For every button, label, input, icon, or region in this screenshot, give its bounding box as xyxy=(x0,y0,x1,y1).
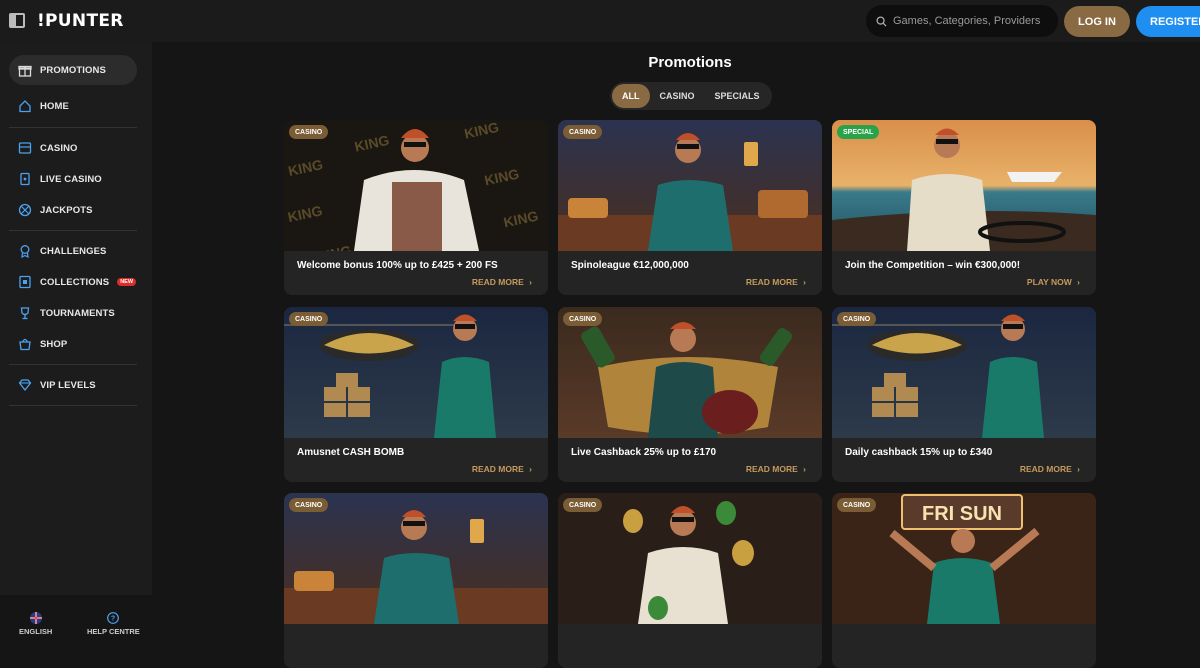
category-badge: CASINO xyxy=(563,125,603,139)
trophy-icon xyxy=(18,306,32,320)
read-more-link[interactable]: READ MORE xyxy=(1020,464,1080,474)
language-label: ENGLISH xyxy=(19,627,53,636)
promo-image xyxy=(558,120,822,251)
promo-card[interactable]: CASINO xyxy=(558,493,822,668)
language-selector[interactable]: ENGLISH xyxy=(19,612,52,636)
category-badge: CASINO xyxy=(563,312,603,326)
sidebar-item-label: TOURNAMENTS xyxy=(40,307,115,319)
sidebar-item-label: VIP LEVELS xyxy=(40,379,96,391)
promo-image xyxy=(832,307,1096,438)
promo-card-cash-bomb[interactable]: CASINO Amusnet CASH BOMB READ MORE xyxy=(284,307,548,482)
sidebar-item-tournaments[interactable]: TOURNAMENTS xyxy=(9,298,137,328)
tab-casino[interactable]: CASINO xyxy=(650,84,705,108)
jackpot-icon xyxy=(18,203,32,217)
promo-title: Join the Competition – win €300,000! xyxy=(845,260,1021,271)
play-now-link[interactable]: PLAY NOW xyxy=(1027,277,1080,287)
search-icon xyxy=(876,15,887,27)
category-badge: CASINO xyxy=(289,312,329,326)
card-icon xyxy=(18,172,32,186)
sidebar-item-promotions[interactable]: PROMOTIONS xyxy=(9,55,137,85)
category-badge: CASINO xyxy=(563,498,603,512)
search-box[interactable] xyxy=(866,5,1058,37)
new-badge: NEW xyxy=(117,278,137,286)
sidebar-item-label: COLLECTIONS xyxy=(40,276,110,288)
tab-specials[interactable]: SPECIALS xyxy=(705,84,770,108)
category-badge: CASINO xyxy=(837,498,877,512)
svg-text:?: ? xyxy=(111,616,115,623)
sidebar-item-label: PROMOTIONS xyxy=(40,64,106,76)
promo-card-spinoleague[interactable]: CASINO Spinoleague €12,000,000 READ MORE xyxy=(558,120,822,295)
promo-card-competition[interactable]: SPECIAL Join the Competition – win €300,… xyxy=(832,120,1096,295)
promo-title: Welcome bonus 100% up to £425 + 200 FS xyxy=(297,260,498,271)
sidebar-item-home[interactable]: HOME xyxy=(9,91,137,121)
sidebar-divider xyxy=(9,364,137,365)
promo-title: Spinoleague €12,000,000 xyxy=(571,260,689,271)
sidebar-item-jackpots[interactable]: JACKPOTS xyxy=(9,195,137,225)
sidebar-item-challenges[interactable]: CHALLENGES xyxy=(9,236,137,266)
sidebar-item-label: CASINO xyxy=(40,142,78,154)
promo-image: FRI SUN xyxy=(832,493,1096,624)
promo-card[interactable]: CASINO xyxy=(284,493,548,668)
read-more-link[interactable]: READ MORE xyxy=(746,277,806,287)
promo-title: Amusnet CASH BOMB xyxy=(297,447,405,458)
sidebar-item-vip-levels[interactable]: VIP LEVELS xyxy=(9,370,137,400)
shop-icon xyxy=(18,337,32,351)
sidebar: PROMOTIONS HOME CASINO LIVE CASINO JACKP… xyxy=(0,42,152,636)
page-title: Promotions xyxy=(648,54,732,71)
category-badge: SPECIAL xyxy=(837,125,880,139)
search-input[interactable] xyxy=(893,15,1053,27)
sidebar-divider xyxy=(9,230,137,231)
logo[interactable]: !PUNTER xyxy=(37,11,124,31)
main-content: Promotions ALL CASINO SPECIALS KING KING K… xyxy=(152,42,1200,668)
diamond-icon xyxy=(18,378,32,392)
promo-title: Daily cashback 15% up to £340 xyxy=(845,447,993,458)
read-more-link[interactable]: READ MORE xyxy=(472,277,532,287)
category-badge: CASINO xyxy=(837,312,877,326)
uk-flag-icon xyxy=(29,612,42,624)
promo-image: KINGKINGKING KINGKING KINGKING xyxy=(284,120,548,251)
sidebar-item-label: SHOP xyxy=(40,338,68,350)
read-more-link[interactable]: READ MORE xyxy=(746,464,806,474)
category-badge: CASINO xyxy=(289,498,329,512)
promo-image xyxy=(284,493,548,624)
sidebar-toggle-icon[interactable] xyxy=(9,13,25,28)
help-label: HELP CENTRE xyxy=(87,627,140,636)
register-button[interactable]: REGISTER xyxy=(1136,6,1200,37)
promo-card-live-cashback[interactable]: CASINO Live Cashback 25% up to £170 READ… xyxy=(558,307,822,482)
promo-image xyxy=(284,307,548,438)
promo-title: Live Cashback 25% up to £170 xyxy=(571,447,717,458)
gift-icon xyxy=(18,63,32,77)
sidebar-item-collections[interactable]: COLLECTIONS NEW xyxy=(9,267,137,297)
collection-icon xyxy=(18,275,32,289)
sidebar-item-label: CHALLENGES xyxy=(40,245,107,257)
promo-image xyxy=(832,120,1096,251)
read-more-link[interactable]: READ MORE xyxy=(472,464,532,474)
promo-image xyxy=(558,307,822,438)
sidebar-item-live-casino[interactable]: LIVE CASINO xyxy=(9,164,137,194)
sidebar-item-casino[interactable]: CASINO xyxy=(9,133,137,163)
category-badge: CASINO xyxy=(289,125,329,139)
slot-machine-icon xyxy=(18,141,32,155)
sidebar-item-label: LIVE CASINO xyxy=(40,173,102,185)
help-icon: ? xyxy=(107,612,120,624)
sidebar-divider xyxy=(9,405,137,406)
promo-card-daily-cashback[interactable]: CASINO Daily cashback 15% up to £340 REA… xyxy=(832,307,1096,482)
home-icon xyxy=(18,99,32,113)
tab-all[interactable]: ALL xyxy=(612,84,650,108)
login-button[interactable]: LOG IN xyxy=(1064,6,1130,37)
sidebar-item-label: HOME xyxy=(40,100,69,112)
help-centre-link[interactable]: ? HELP CENTRE xyxy=(87,612,140,636)
sidebar-item-shop[interactable]: SHOP xyxy=(9,329,137,359)
promo-card[interactable]: FRI SUN CASINO xyxy=(832,493,1096,668)
top-bar: !PUNTER LOG IN REGISTER xyxy=(0,0,1200,42)
sidebar-item-label: JACKPOTS xyxy=(40,204,93,216)
promo-image xyxy=(558,493,822,624)
medal-icon xyxy=(18,244,32,258)
promo-image-sign: FRI SUN xyxy=(922,503,1002,525)
sidebar-divider xyxy=(9,127,137,128)
filter-tabs: ALL CASINO SPECIALS xyxy=(610,82,772,110)
promo-card-welcome[interactable]: KINGKINGKING KINGKING KINGKING CASINO We… xyxy=(284,120,548,295)
